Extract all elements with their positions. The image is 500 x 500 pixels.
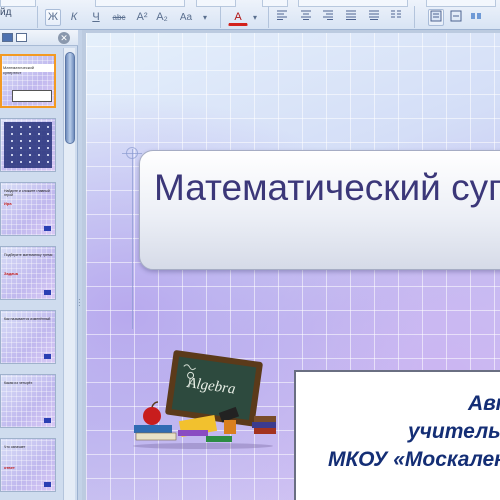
thumbnail-title: Математический супертест [2,64,54,75]
slides-tab[interactable] [2,33,13,42]
slide-thumbnail-3[interactable]: Найдите и сложите главный герой Ира [0,182,56,236]
font-color-button[interactable]: A [228,9,248,26]
align-right-icon[interactable] [320,9,336,26]
guide-line [132,149,133,329]
font-color-dropdown-icon[interactable]: ▾ [249,9,261,26]
justify-icon[interactable] [343,9,359,26]
change-case-dropdown-icon[interactable]: ▾ [198,9,212,26]
slide-thumbnail-6[interactable]: Какая из четырёх [0,374,56,428]
underline-button[interactable]: Ч [88,9,104,26]
thumbnail-scrollbar[interactable] [63,48,75,500]
slide-thumbnail-7[interactable]: Что означает ответ [0,438,56,492]
author-line-2: учитель математики [408,420,500,443]
ribbon-group-label: йд [0,7,12,18]
slide-thumbnail-2[interactable] [0,118,56,172]
scrollbar-thumb[interactable] [65,52,75,144]
slide-canvas[interactable]: Математический супертест Algebra [86,33,500,500]
smartart-icon[interactable] [468,9,484,26]
slide-editor: Математический супертест Algebra [82,30,500,500]
pane-tabs: ✕ [0,30,78,46]
slide-thumbnail-1[interactable]: Математический супертест [0,54,56,108]
slide-title: Математический супертест [154,167,500,208]
slide-thumbnail-4[interactable]: Подберите математику тремя Задача [0,246,56,300]
bold-button[interactable]: Ж [45,9,61,26]
thumbnail-list: Математический супертест Найдите и сложи… [0,46,66,500]
author-line-1: Автор [468,392,500,415]
distribute-icon[interactable] [366,9,382,26]
superscript-button[interactable]: A² [134,9,150,26]
align-text-icon[interactable] [448,9,464,26]
slide-thumbnail-5[interactable]: Как называется изменённый [0,310,56,364]
author-textbox[interactable]: Автор учитель математики МКОУ «Москаленс… [294,370,500,500]
align-left-icon[interactable] [274,9,290,26]
text-direction-icon[interactable] [428,9,444,26]
italic-button[interactable]: К [66,9,82,26]
align-center-icon[interactable] [298,9,314,26]
algebra-chalkboard-clipart[interactable]: Algebra [128,350,278,450]
strikethrough-button[interactable]: abc [109,9,129,26]
change-case-button[interactable]: Aa [176,9,196,26]
author-line-3: МКОУ «Москаленская СОШ» [328,448,500,471]
slides-pane: ✕ Математический супертест Найдите и сло… [0,30,78,500]
columns-icon[interactable] [388,9,404,26]
app-window: йд Ж К Ч abc A² A₂ Aa ▾ A ▾ ✕ Математиче… [0,0,500,500]
ribbon-toolbar: йд Ж К Ч abc A² A₂ Aa ▾ A ▾ [0,0,500,30]
guide-target-icon [126,147,138,159]
title-placeholder[interactable]: Математический супертест [139,150,500,270]
outline-tab[interactable] [16,33,27,42]
close-icon[interactable]: ✕ [58,32,70,44]
subscript-button[interactable]: A₂ [154,9,170,26]
